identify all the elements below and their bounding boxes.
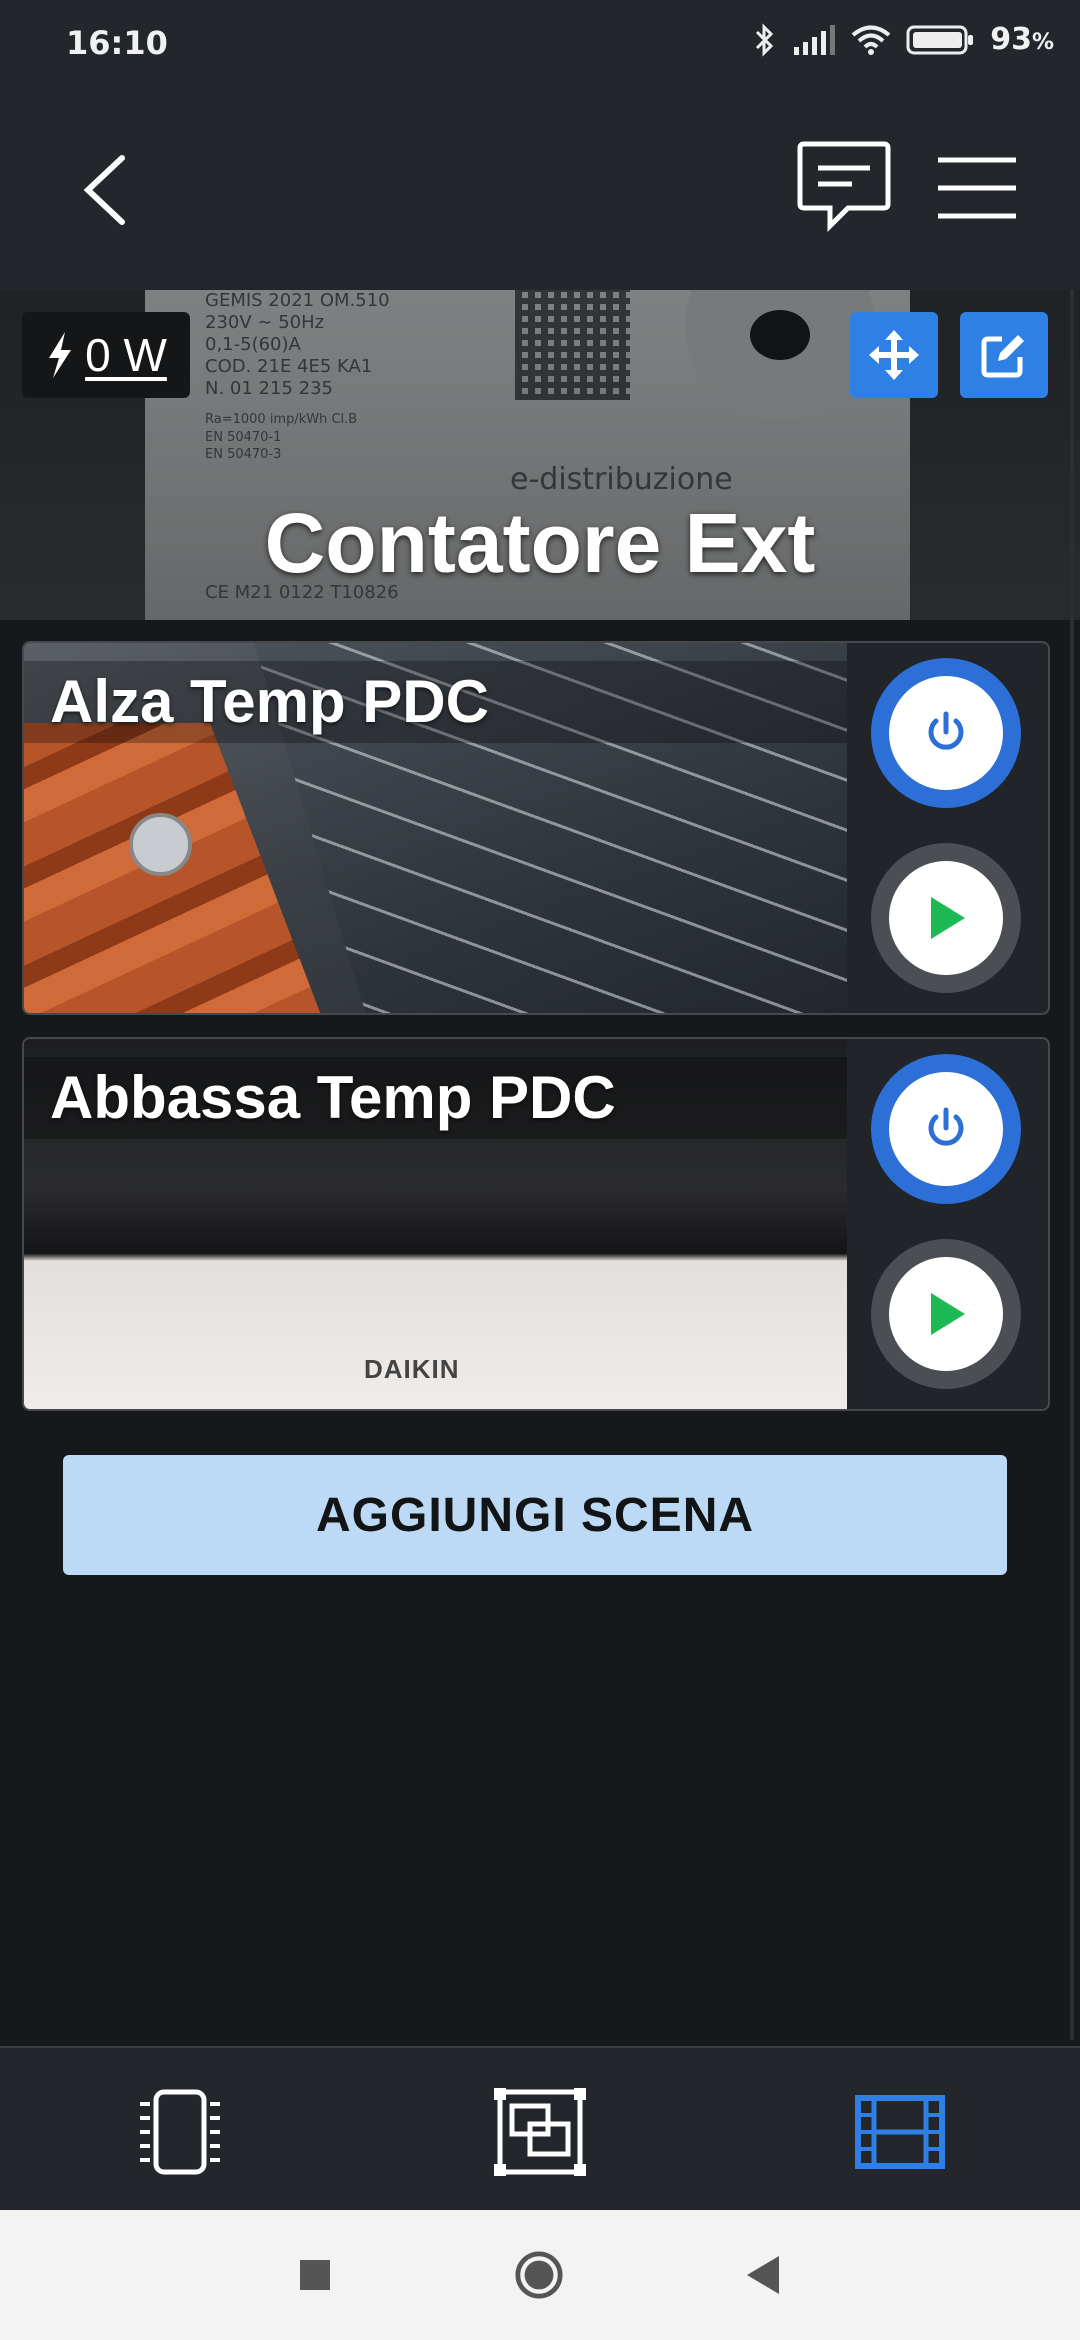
square-icon: [300, 2260, 330, 2290]
scene-title: Abbassa Temp PDC: [24, 1057, 847, 1139]
scene-power-button[interactable]: [871, 658, 1021, 808]
device-chip-icon: [140, 2089, 220, 2175]
chevron-left-icon: [83, 155, 125, 225]
battery-icon: [906, 25, 974, 54]
scene-card[interactable]: Alza Temp PDC: [22, 641, 1050, 1015]
scene-image: Alza Temp PDC: [24, 643, 847, 1013]
scene-image: DAIKIN Abbassa Temp PDC: [24, 1039, 847, 1409]
move-arrows-icon: [869, 330, 919, 380]
chat-button[interactable]: [796, 138, 892, 234]
nav-scenes[interactable]: [854, 2088, 946, 2176]
home-button[interactable]: [514, 2250, 564, 2300]
scene-play-button[interactable]: [871, 843, 1021, 993]
bluetooth-icon: [756, 22, 774, 57]
scene-power-button[interactable]: [871, 1054, 1021, 1204]
wifi-icon: [851, 25, 891, 55]
triangle-back-icon: [747, 2256, 779, 2294]
add-scene-button[interactable]: AGGIUNGI SCENA: [63, 1455, 1007, 1575]
app-bar: [0, 80, 1080, 290]
back-button[interactable]: [70, 140, 140, 240]
nav-rooms[interactable]: [494, 2088, 586, 2176]
scene-play-button[interactable]: [871, 1239, 1021, 1389]
status-bar: 16:10 93%: [0, 0, 1080, 80]
power-badge[interactable]: 0 W: [22, 312, 190, 398]
roof-hook: [129, 813, 192, 876]
menu-button[interactable]: [934, 148, 1020, 228]
lightning-icon: [49, 332, 72, 378]
circle-icon: [515, 2251, 563, 2299]
back-nav-button[interactable]: [738, 2250, 788, 2300]
scene-title: Alza Temp PDC: [24, 661, 847, 743]
scene-card[interactable]: DAIKIN Abbassa Temp PDC: [22, 1037, 1050, 1411]
power-icon: [928, 1107, 964, 1146]
scene-actions: [847, 1039, 1048, 1409]
edit-button[interactable]: [960, 312, 1048, 398]
film-icon: [855, 2095, 945, 2169]
battery-level: 93%: [990, 22, 1054, 57]
scene-actions: [847, 643, 1048, 1013]
chat-icon: [797, 141, 891, 233]
hamburger-menu-icon: [938, 157, 1016, 219]
play-icon: [931, 897, 965, 939]
play-icon: [931, 1293, 965, 1335]
nav-devices[interactable]: [134, 2088, 226, 2176]
system-nav-bar: [0, 2210, 1080, 2340]
status-time: 16:10: [66, 24, 168, 62]
recents-button[interactable]: [290, 2250, 340, 2300]
edit-icon: [981, 335, 1024, 378]
rooms-icon: [494, 2088, 586, 2176]
move-button[interactable]: [850, 312, 938, 398]
status-icons: 93%: [752, 22, 1054, 57]
power-icon: [928, 711, 964, 750]
daikin-logo: DAIKIN: [364, 1354, 460, 1384]
power-value: 0 W: [85, 329, 167, 381]
scroll-indicator: [1070, 290, 1074, 2040]
signal-icon: [794, 24, 836, 55]
device-title: Contatore Ext: [264, 496, 816, 590]
bottom-nav: [0, 2046, 1080, 2212]
